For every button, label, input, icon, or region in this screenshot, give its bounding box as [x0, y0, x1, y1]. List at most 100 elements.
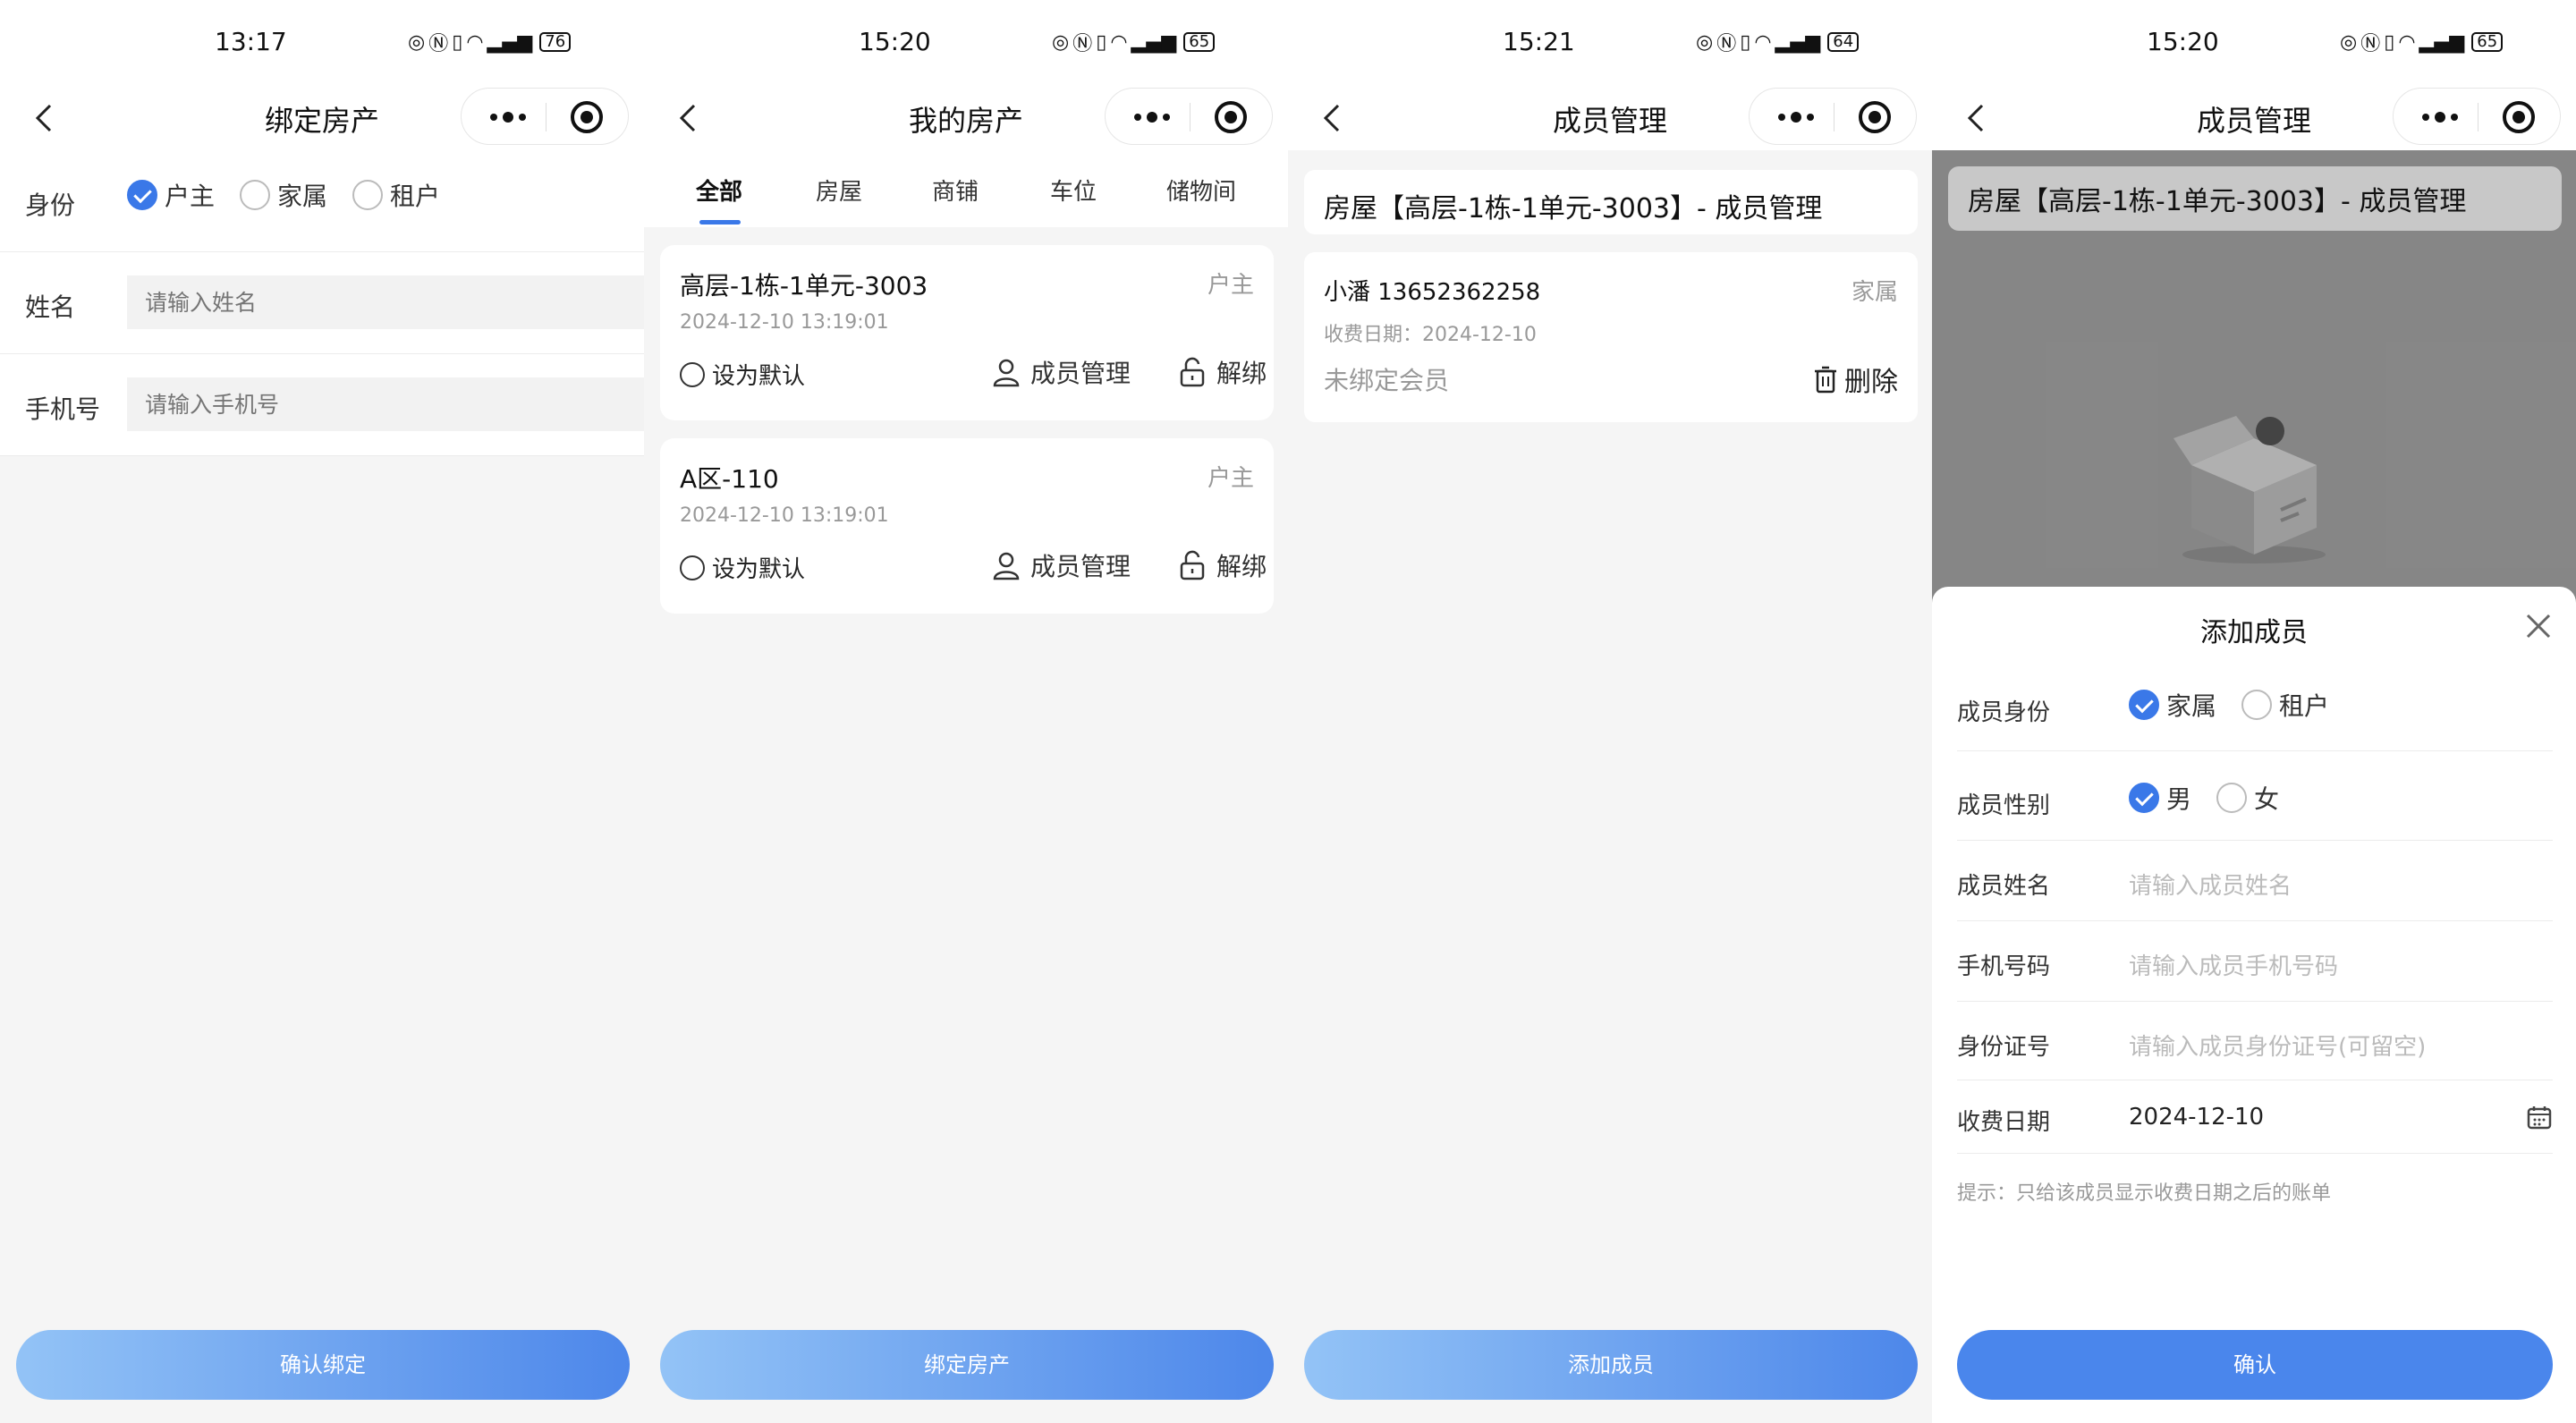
capsule-divider: [1190, 103, 1191, 131]
mini-program-capsule: [461, 88, 629, 145]
more-icon[interactable]: [481, 101, 535, 133]
n-icon: Ⓝ: [428, 33, 449, 55]
back-icon[interactable]: [1957, 98, 1996, 138]
status-time: 15:21: [1503, 27, 1575, 56]
unlock-icon: [1180, 550, 1205, 580]
member-manage-label: 成员管理: [1030, 359, 1131, 388]
member-id-label: 身份证号: [1957, 1034, 2051, 1061]
confirm-button[interactable]: 确认: [1957, 1330, 2553, 1400]
set-default-toggle[interactable]: 设为默认: [680, 551, 805, 584]
empty-box-icon: [2174, 416, 2326, 563]
unlock-icon: [1180, 357, 1205, 387]
property-role: 户主: [1207, 272, 1254, 299]
tab-parking[interactable]: 车位: [1050, 174, 1097, 207]
page-title: 我的房产: [908, 104, 1023, 138]
battery-icon: 76: [539, 32, 572, 52]
property-card[interactable]: 高层-1栋-1单元-3003 户主 2024-12-10 13:19:01 设为…: [660, 245, 1274, 420]
user-icon: [993, 552, 1020, 580]
member-name-input[interactable]: 请输入成员姓名: [2129, 868, 2292, 901]
add-member-button[interactable]: 添加成员: [1304, 1330, 1918, 1400]
member-date-label: 收费日期: [1957, 1109, 2051, 1136]
radio-family[interactable]: 家属: [2129, 687, 2216, 723]
mini-program-capsule: [1105, 88, 1273, 145]
calendar-icon[interactable]: [2526, 1104, 2553, 1131]
category-tabs: 全部 房屋 商铺 车位 储物间: [644, 150, 1288, 227]
member-phone-label: 手机号码: [1957, 953, 2051, 980]
wifi-icon: ◠: [2398, 30, 2416, 54]
radio-unchecked-icon: [352, 180, 384, 210]
member-identity-row: 成员身份 家属 租户: [1957, 656, 2553, 751]
status-icons: ◎ Ⓝ ▯ ◠ ▂▄▆ 65: [2340, 29, 2504, 55]
radio-owner[interactable]: 户主: [127, 177, 215, 213]
sheet-title: 添加成员: [2200, 617, 2308, 648]
tab-house[interactable]: 房屋: [816, 174, 862, 207]
n-icon: Ⓝ: [1716, 33, 1737, 55]
radio-tenant[interactable]: 租户: [352, 177, 440, 213]
n-icon: Ⓝ: [1072, 33, 1093, 55]
member-id-input[interactable]: 请输入成员身份证号(可留空): [2129, 1029, 2426, 1062]
nav-bar: 成员管理: [1288, 86, 1932, 150]
user-icon: [993, 359, 1020, 387]
member-gender-row: 成员性别 男 女: [1957, 751, 2553, 841]
member-gender-radio-group: 男 女: [2129, 780, 2279, 816]
more-icon[interactable]: [2413, 101, 2467, 133]
property-card[interactable]: A区-110 户主 2024-12-10 13:19:01 设为默认 成员管理 …: [660, 438, 1274, 614]
add-member-sheet: 添加成员 成员身份 家属 租户 成员性别 男 女 成员姓名 请输入成员姓名 手机…: [1932, 587, 2576, 1423]
phone-label: 手机号: [25, 394, 101, 424]
back-icon[interactable]: [669, 98, 708, 138]
member-manage-button[interactable]: 成员管理: [991, 547, 1131, 583]
radio-label: 家属: [2166, 691, 2217, 721]
page-title: 绑定房产: [264, 104, 379, 138]
radio-checked-icon: [2129, 690, 2159, 720]
status-time: 15:20: [859, 27, 931, 56]
tab-shop[interactable]: 商铺: [932, 174, 979, 207]
signal-icon: ▂▄▆: [1775, 30, 1821, 54]
bind-property-button[interactable]: 绑定房产: [660, 1330, 1274, 1400]
radio-male[interactable]: 男: [2129, 780, 2191, 816]
member-name-row: 成员姓名 请输入成员姓名: [1957, 841, 2553, 921]
member-date-row: 收费日期 2024-12-10: [1957, 1080, 2553, 1154]
mini-program-capsule: [1749, 88, 1917, 145]
phone-input[interactable]: [127, 377, 644, 431]
member-status: 未绑定会员: [1324, 366, 1450, 395]
radio-tenant[interactable]: 租户: [2241, 687, 2329, 723]
confirm-bind-button[interactable]: 确认绑定: [16, 1330, 630, 1400]
back-icon[interactable]: [1313, 98, 1352, 138]
member-date-picker[interactable]: 2024-12-10: [2129, 1104, 2264, 1131]
radio-label: 租户: [2279, 691, 2330, 721]
target-icon[interactable]: [1857, 99, 1893, 135]
vibrate-icon: ▯: [1096, 30, 1107, 54]
member-role: 家属: [1851, 279, 1898, 306]
member-manage-button[interactable]: 成员管理: [991, 354, 1131, 390]
radio-checked-icon: [2129, 783, 2159, 813]
delete-member-button[interactable]: 删除: [1812, 360, 1898, 399]
radio-family[interactable]: 家属: [240, 177, 327, 213]
status-icons: ◎ Ⓝ ▯ ◠ ▂▄▆ 64: [1696, 29, 1860, 55]
more-icon[interactable]: [1769, 101, 1823, 133]
back-icon[interactable]: [25, 98, 64, 138]
member-phone-input[interactable]: 请输入成员手机号码: [2129, 948, 2338, 981]
screen-my-properties: 15:20 ◎ Ⓝ ▯ ◠ ▂▄▆ 65 我的房产 全部 房屋 商铺 车位 储物…: [644, 0, 1288, 1423]
target-icon[interactable]: [2501, 99, 2537, 135]
nfc-icon: ◎: [408, 30, 426, 54]
close-icon[interactable]: [2524, 612, 2553, 640]
tab-storage[interactable]: 储物间: [1166, 174, 1236, 207]
status-time: 15:20: [2147, 27, 2219, 56]
target-icon[interactable]: [1213, 99, 1249, 135]
capsule-divider: [2478, 103, 2479, 131]
wifi-icon: ◠: [1754, 30, 1772, 54]
name-input[interactable]: [127, 275, 644, 329]
radio-female[interactable]: 女: [2216, 780, 2279, 816]
unbind-button[interactable]: 解绑: [1177, 547, 1267, 583]
tab-all[interactable]: 全部: [696, 174, 742, 207]
radio-label: 户主: [165, 182, 216, 211]
signal-icon: ▂▄▆: [2419, 30, 2465, 54]
member-card[interactable]: 小潘 13652362258 家属 收费日期：2024-12-10 未绑定会员 …: [1304, 252, 1918, 422]
target-icon[interactable]: [569, 99, 605, 135]
n-icon: Ⓝ: [2360, 33, 2381, 55]
unbind-button[interactable]: 解绑: [1177, 354, 1267, 390]
member-name-label: 成员姓名: [1957, 873, 2051, 900]
house-banner: 房屋【高层-1栋-1单元-3003】- 成员管理: [1948, 166, 2562, 231]
more-icon[interactable]: [1125, 101, 1179, 133]
set-default-toggle[interactable]: 设为默认: [680, 358, 805, 391]
